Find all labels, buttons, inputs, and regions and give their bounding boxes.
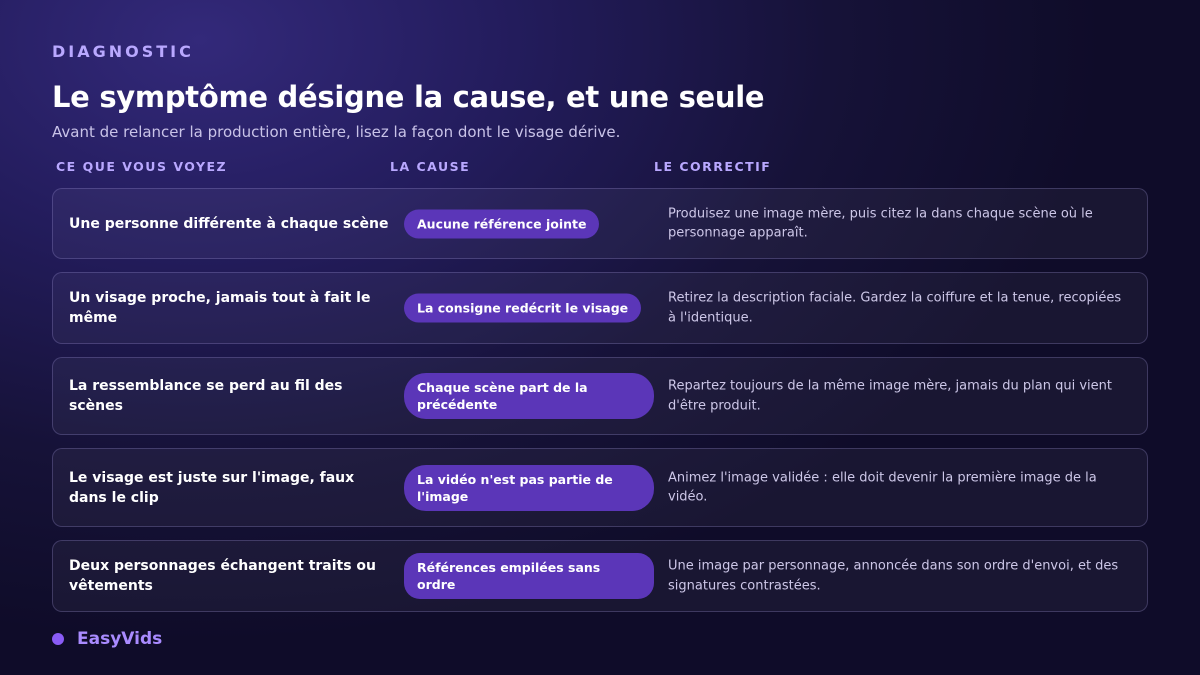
row-symptom: Un visage proche, jamais tout à fait le … <box>69 290 371 326</box>
row-symptom: La ressemblance se perd au fil des scène… <box>69 378 343 414</box>
row-symptom: Le visage est juste sur l'image, faux da… <box>69 469 355 506</box>
brand: EasyVids <box>52 629 162 649</box>
row-fix: Animez l'image validée : elle doit deven… <box>668 470 1097 505</box>
row-symptom: Une personne différente à chaque scène <box>69 215 389 232</box>
row-cause-pill: La vidéo n'est pas partie de l'image <box>404 464 654 511</box>
diagnostic-row: La ressemblance se perd au fil des scène… <box>52 357 1148 435</box>
brand-dot-icon <box>52 633 64 645</box>
column-header-fix: LE CORRECTIF <box>654 159 772 174</box>
eyebrow-label: DIAGNOSTIC <box>52 42 194 61</box>
row-cause-pill: La consigne redécrit le visage <box>404 293 642 323</box>
row-symptom: Deux personnages échangent traits ou vêt… <box>69 558 377 594</box>
row-cause-pill: Chaque scène part de la précédente <box>404 373 654 419</box>
column-header-cause: LA CAUSE <box>390 159 471 174</box>
page-subtitle: Avant de relancer la production entière,… <box>52 123 621 141</box>
column-header-symptom: CE QUE VOUS VOYEZ <box>56 159 228 174</box>
row-cause-pill: Aucune référence jointe <box>404 209 600 238</box>
diagnostic-row: Deux personnages échangent traits ou vêt… <box>52 540 1148 612</box>
row-fix: Retirez la description faciale. Gardez l… <box>668 290 1122 326</box>
row-fix: Produisez une image mère, puis citez la … <box>668 206 1093 241</box>
diagnostic-row: Une personne différente à chaque scène A… <box>52 188 1148 259</box>
page-title: Le symptôme désigne la cause, et une seu… <box>52 80 765 114</box>
row-cause-pill: Références empilées sans ordre <box>404 553 654 599</box>
diagnostic-row: Le visage est juste sur l'image, faux da… <box>52 448 1148 527</box>
diagnostic-row: Un visage proche, jamais tout à fait le … <box>52 272 1148 344</box>
brand-name: EasyVids <box>77 629 163 649</box>
row-fix: Une image par personnage, annoncée dans … <box>668 558 1119 594</box>
row-fix: Repartez toujours de la même image mère,… <box>668 378 1112 414</box>
